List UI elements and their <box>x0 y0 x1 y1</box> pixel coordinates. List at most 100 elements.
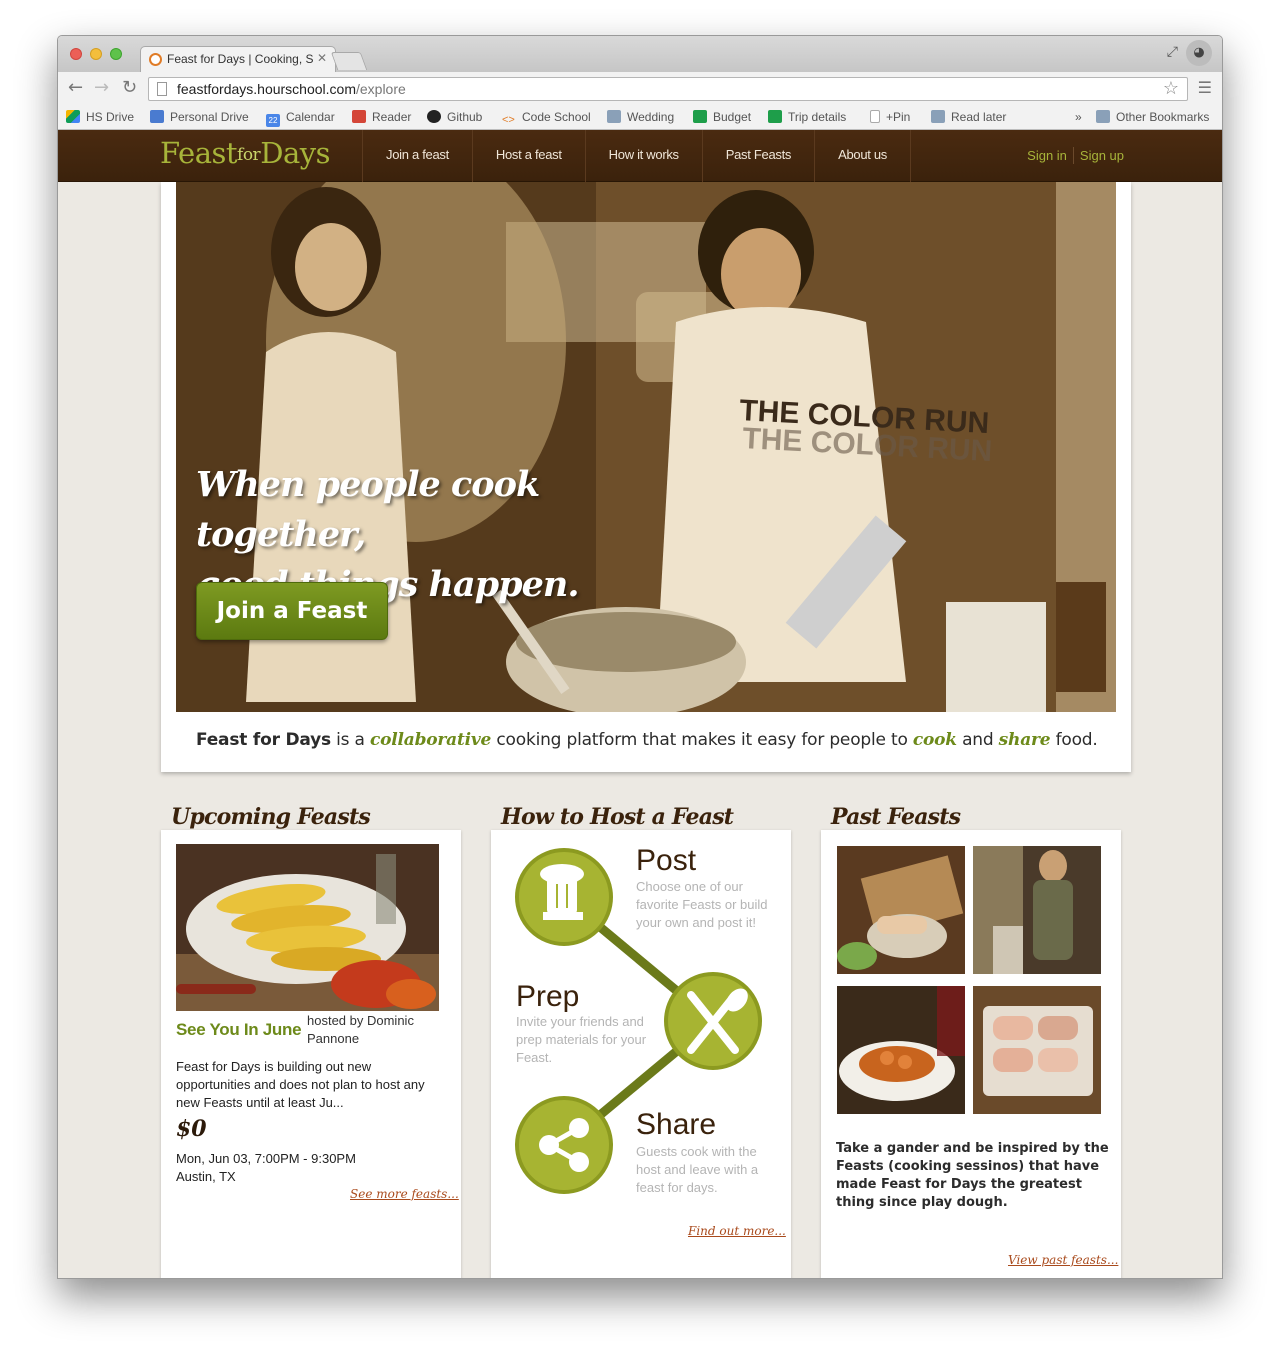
subtitle-text: cooking platform that makes it easy for … <box>491 730 913 750</box>
bookmark-label: Reader <box>372 110 412 124</box>
nav-host-a-feast[interactable]: Host a feast <box>471 130 585 182</box>
bookmark-calendar[interactable]: 22 Calendar <box>266 110 335 127</box>
bookmark-budget[interactable]: Budget <box>693 110 751 124</box>
close-tab-icon[interactable]: ✕ <box>317 51 327 65</box>
close-window-button[interactable] <box>70 48 82 60</box>
logo-word-days: Days <box>260 136 330 170</box>
code-icon: <> <box>502 114 515 126</box>
bookmark-personal-drive[interactable]: Personal Drive <box>150 110 249 124</box>
past-feasts-description: Take a gander and be inspired by the Fea… <box>836 1141 1109 1210</box>
minimize-window-button[interactable] <box>90 48 102 60</box>
feast-photo-corn[interactable] <box>176 844 439 1011</box>
folder-icon <box>607 110 621 123</box>
corn-illustration <box>176 844 439 1011</box>
browser-tab[interactable]: Feast for Days | Cooking, S ✕ <box>140 46 336 72</box>
find-out-more-link[interactable]: Find out more... <box>688 1224 786 1238</box>
website: FeastforDays Join a feast Host a feast H… <box>58 130 1222 1278</box>
browser-window: Feast for Days | Cooking, S ✕ ⤢ ◕ ← → ↻ … <box>57 35 1223 1279</box>
past-feast-photo-3[interactable] <box>837 986 965 1114</box>
back-arrow-icon[interactable]: ← <box>68 77 83 98</box>
past-feasts-heading: Past Feasts <box>831 804 961 830</box>
upcoming-feasts-panel: See You In June hosted by Dominic Pannon… <box>161 830 461 1278</box>
address-bar[interactable]: feastfordays.hourschool.com/explore ☆ <box>148 77 1188 101</box>
hero-subtitle: Feast for Days is a collaborative cookin… <box>196 730 1098 750</box>
bookmark-label: Wedding <box>627 110 675 124</box>
hero-tagline-line-1: When people cook together, <box>196 464 540 555</box>
site-logo[interactable]: FeastforDays <box>160 136 330 170</box>
bookmark-label: Github <box>447 110 483 124</box>
bookmark-label: Trip details <box>788 110 847 124</box>
tab-strip: Feast for Days | Cooking, S ✕ ⤢ ◕ <box>58 36 1222 72</box>
incognito-icon: ◕ <box>1186 40 1212 66</box>
subtitle-highlight-share: share <box>998 730 1051 750</box>
how-to-host-heading: How to Host a Feast <box>501 804 734 830</box>
bookmark-reader[interactable]: Reader <box>352 110 411 124</box>
bookmarks-overflow-button[interactable]: » <box>1075 110 1082 124</box>
sign-in-link[interactable]: Sign in <box>1027 148 1067 163</box>
page-icon <box>870 110 880 123</box>
zoom-window-button[interactable] <box>110 48 122 60</box>
subtitle-text: food. <box>1050 730 1098 750</box>
bookmarks-bar: HS Drive Personal Drive 22 Calendar Reade… <box>58 106 1222 130</box>
bookmark-label: Budget <box>713 110 752 124</box>
logo-word-feast: Feast <box>160 136 238 170</box>
bookmark-label: Personal Drive <box>170 110 249 124</box>
join-a-feast-button[interactable]: Join a Feast <box>196 582 388 640</box>
step-post-title: Post <box>636 844 697 877</box>
bookmark-read-later[interactable]: Read later <box>931 110 1006 124</box>
view-past-feasts-link[interactable]: View past feasts... <box>1008 1253 1118 1267</box>
site-favicon-icon <box>149 53 162 66</box>
tab-title: Feast for Days | Cooking, S <box>167 52 314 66</box>
bookmark-label: HS Drive <box>86 110 135 124</box>
new-tab-button[interactable] <box>330 52 368 70</box>
bookmark-wedding[interactable]: Wedding <box>607 110 674 124</box>
feast-price: $0 <box>176 1116 207 1142</box>
past-feast-photo-1[interactable] <box>837 846 965 974</box>
hero-card: THE COLOR RUN THE COLOR RUN When people … <box>161 182 1131 772</box>
url-host: feastfordays.hourschool.com <box>177 81 356 97</box>
subtitle-highlight-cook: cook <box>912 730 957 750</box>
feast-when-where: Mon, Jun 03, 7:00PM - 9:30PM Austin, TX <box>176 1150 446 1186</box>
feast-title-link[interactable]: See You In June <box>176 1020 302 1040</box>
feast-description: Feast for Days is building out new oppor… <box>176 1059 425 1110</box>
bookmark-github[interactable]: Github <box>427 110 482 124</box>
past-photo-kitchen <box>973 846 1101 974</box>
past-feast-photo-2[interactable] <box>973 846 1101 974</box>
bookmark-star-icon[interactable]: ☆ <box>1163 78 1179 99</box>
subtitle-text: is a <box>330 730 370 750</box>
github-icon <box>427 110 441 123</box>
logo-word-for: for <box>237 145 261 165</box>
bookmark-trip-details[interactable]: Trip details <box>768 110 846 124</box>
subtitle-brand: Feast for Days <box>196 730 331 750</box>
nav-about-us[interactable]: About us <box>814 130 912 182</box>
bookmark-hs-drive[interactable]: HS Drive <box>66 110 134 124</box>
bookmark-pin[interactable]: +Pin <box>870 110 910 124</box>
other-bookmarks-folder[interactable]: Other Bookmarks <box>1096 110 1209 124</box>
nav-past-feasts[interactable]: Past Feasts <box>701 130 814 182</box>
folder-icon <box>1096 110 1110 123</box>
forward-arrow-icon[interactable]: → <box>94 77 109 98</box>
feast-host: hosted by Dominic Pannone <box>307 1013 414 1046</box>
reload-icon[interactable]: ↻ <box>122 77 137 98</box>
step-prep-title: Prep <box>516 980 580 1013</box>
feast-date: Mon, Jun 03, 7:00PM - 9:30PM <box>176 1151 356 1166</box>
nav-how-it-works[interactable]: How it works <box>584 130 702 182</box>
bookmark-label: Calendar <box>286 110 335 124</box>
sign-up-link[interactable]: Sign up <box>1080 148 1124 163</box>
how-to-host-panel: Post Choose one of our favorite Feasts o… <box>491 830 791 1278</box>
spreadsheet-icon <box>693 110 707 123</box>
nav-join-a-feast[interactable]: Join a feast <box>362 130 472 182</box>
page-icon <box>157 82 167 96</box>
menu-icon[interactable]: ☰ <box>1198 78 1212 97</box>
bookmark-code-school[interactable]: <> Code School <box>502 110 591 127</box>
subtitle-highlight-collaborative: collaborative <box>369 730 492 750</box>
past-feast-photo-4[interactable] <box>973 986 1101 1114</box>
document-icon <box>150 110 164 123</box>
see-more-feasts-link[interactable]: See more feasts... <box>350 1187 459 1201</box>
auth-divider <box>1072 147 1074 164</box>
past-photo-spring-rolls <box>973 986 1101 1114</box>
google-drive-icon <box>66 110 80 123</box>
auth-links: Sign in Sign up <box>1027 147 1124 164</box>
fullscreen-icon[interactable]: ⤢ <box>1167 44 1178 60</box>
subtitle-text: and <box>956 730 999 750</box>
